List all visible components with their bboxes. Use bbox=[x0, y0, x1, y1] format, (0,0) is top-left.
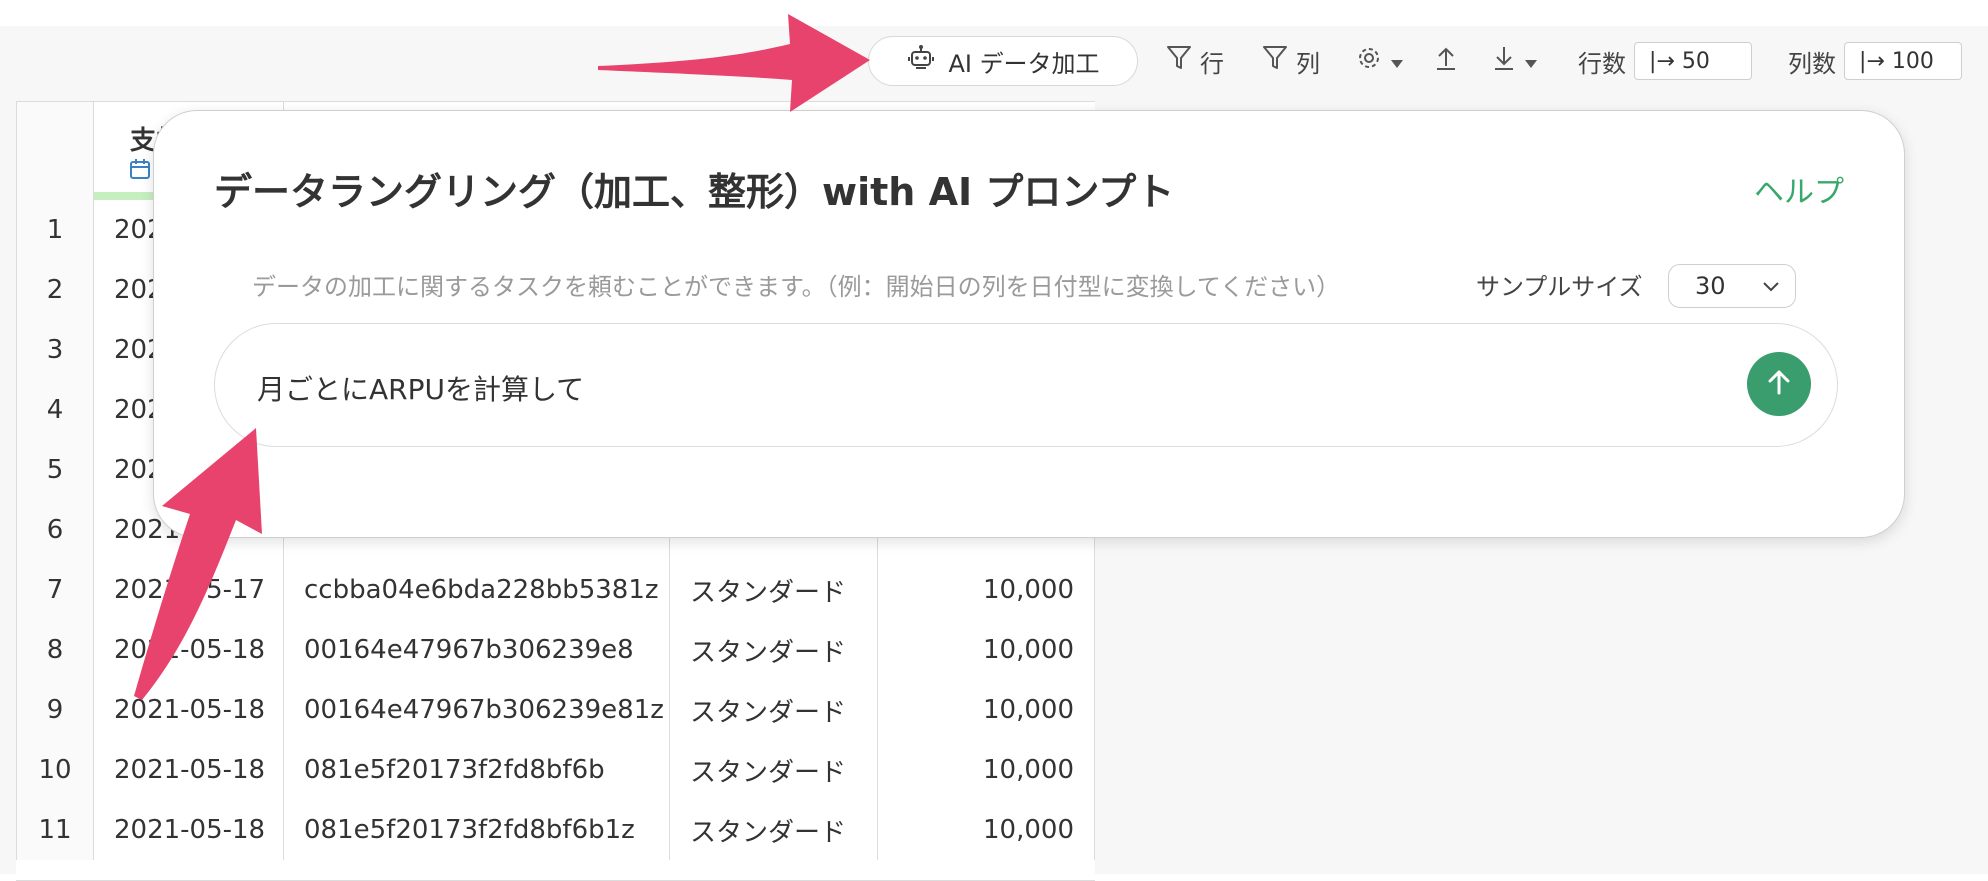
cell-id[interactable]: 00164e47967b306239e8 bbox=[284, 620, 670, 680]
filter-icon bbox=[1166, 44, 1192, 78]
send-button[interactable] bbox=[1747, 352, 1811, 416]
sample-size-label: サンプルサイズ bbox=[1476, 273, 1643, 301]
cell-plan[interactable]: スタンダード bbox=[670, 800, 878, 860]
sample-size-select[interactable]: 30 bbox=[1668, 264, 1796, 308]
cell-id[interactable]: ccbba04e6bda228bb5381z bbox=[284, 560, 670, 620]
cell-amount[interactable]: 10,000 bbox=[878, 560, 1095, 620]
upload-button[interactable] bbox=[1434, 36, 1458, 86]
cell-plan[interactable]: スタンダード bbox=[670, 560, 878, 620]
help-link[interactable]: ヘルプ bbox=[1754, 167, 1844, 211]
row-filter-button[interactable]: 行 bbox=[1166, 36, 1224, 86]
row-number: 11 bbox=[16, 800, 94, 860]
row-number: 2 bbox=[16, 260, 94, 320]
row-count-input[interactable]: |→ 50 bbox=[1634, 42, 1752, 80]
row-filter-label: 行 bbox=[1200, 49, 1224, 78]
cell-id[interactable]: 081e5f20173f2fd8bf6b bbox=[284, 740, 670, 800]
cell-date[interactable]: 2021-05-18 bbox=[94, 740, 284, 800]
table-row: 11 2021-05-18 081e5f20173f2fd8bf6b1z スタン… bbox=[16, 800, 1095, 861]
ai-data-processing-button[interactable]: AI データ加工 bbox=[868, 36, 1138, 86]
caret-down-icon bbox=[1524, 47, 1538, 75]
table-row: 7 2021-05-17 ccbba04e6bda228bb5381z スタンダ… bbox=[16, 560, 1095, 621]
column-count-label: 列数 bbox=[1788, 49, 1836, 78]
prompt-input-value: 月ごとにARPUを計算して bbox=[257, 373, 585, 406]
row-count-control: 行数 |→ 50 bbox=[1578, 36, 1752, 86]
row-number: 6 bbox=[16, 500, 94, 560]
cell-date[interactable]: 2021-05-18 bbox=[94, 800, 284, 860]
data-grid: 支払 1 202 2 202 3 202 4 202 5 202 bbox=[16, 101, 1095, 881]
cell-id[interactable]: 081e5f20173f2fd8bf6b1z bbox=[284, 800, 670, 860]
cell-amount[interactable]: 10,000 bbox=[878, 740, 1095, 800]
gear-icon bbox=[1356, 45, 1382, 77]
column-filter-button[interactable]: 列 bbox=[1262, 36, 1320, 86]
download-icon bbox=[1492, 44, 1516, 78]
table-row: 9 2021-05-18 00164e47967b306239e81z スタンダ… bbox=[16, 680, 1095, 741]
column-count-control: 列数 |→ 100 bbox=[1788, 36, 1962, 86]
arrow-up-icon bbox=[1764, 366, 1794, 402]
cell-date[interactable]: 2021-05-18 bbox=[94, 680, 284, 740]
upload-icon bbox=[1434, 44, 1458, 78]
toolbar: AI データ加工 行 列 行数 |→ 50 列数 |→ 100 bbox=[868, 36, 1978, 88]
table-row: 8 2021-05-18 00164e47967b306239e8 スタンダード… bbox=[16, 620, 1095, 681]
filter-icon bbox=[1262, 44, 1288, 78]
row-number: 8 bbox=[16, 620, 94, 680]
calendar-icon bbox=[130, 158, 150, 184]
cell-plan[interactable]: スタンダード bbox=[670, 740, 878, 800]
robot-icon bbox=[906, 43, 936, 79]
prompt-hint-text: データの加工に関するタスクを頼むことができます。（例：開始日の列を日付型に変換し… bbox=[252, 273, 1341, 301]
ai-button-label: AI データ加工 bbox=[948, 49, 1100, 78]
row-count-label: 行数 bbox=[1578, 49, 1626, 78]
cell-plan[interactable]: スタンダード bbox=[670, 620, 878, 680]
row-number: 10 bbox=[16, 740, 94, 800]
cell-amount[interactable]: 10,000 bbox=[878, 680, 1095, 740]
cell-date[interactable]: 2021-05-18 bbox=[94, 620, 284, 680]
cell-plan[interactable]: スタンダード bbox=[670, 680, 878, 740]
cell-id[interactable]: 00164e47967b306239e81z bbox=[284, 680, 670, 740]
table-row: 10 2021-05-18 081e5f20173f2fd8bf6b スタンダー… bbox=[16, 740, 1095, 801]
row-number: 3 bbox=[16, 320, 94, 380]
prompt-input[interactable]: 月ごとにARPUを計算して bbox=[214, 323, 1838, 447]
row-number-header bbox=[16, 102, 94, 200]
chevron-down-icon bbox=[1761, 275, 1781, 303]
settings-menu-button[interactable] bbox=[1356, 36, 1404, 86]
row-number: 7 bbox=[16, 560, 94, 620]
caret-down-icon bbox=[1390, 47, 1404, 75]
column-filter-label: 列 bbox=[1296, 49, 1320, 78]
ai-prompt-dialog: データラングリング（加工、整形）with AI プロンプト ヘルプ データの加工… bbox=[153, 110, 1905, 538]
cell-amount[interactable]: 10,000 bbox=[878, 620, 1095, 680]
row-number: 9 bbox=[16, 680, 94, 740]
table-row-partial bbox=[16, 860, 1095, 881]
row-number: 1 bbox=[16, 200, 94, 260]
row-number: 4 bbox=[16, 380, 94, 440]
cell-amount[interactable]: 10,000 bbox=[878, 800, 1095, 860]
cell-date[interactable]: 2021-05-17 bbox=[94, 560, 284, 620]
row-number: 5 bbox=[16, 440, 94, 500]
dialog-title: データラングリング（加工、整形）with AI プロンプト bbox=[214, 170, 1175, 214]
column-count-input[interactable]: |→ 100 bbox=[1844, 42, 1962, 80]
download-menu-button[interactable] bbox=[1492, 36, 1538, 86]
sample-size-value: 30 bbox=[1695, 272, 1726, 300]
